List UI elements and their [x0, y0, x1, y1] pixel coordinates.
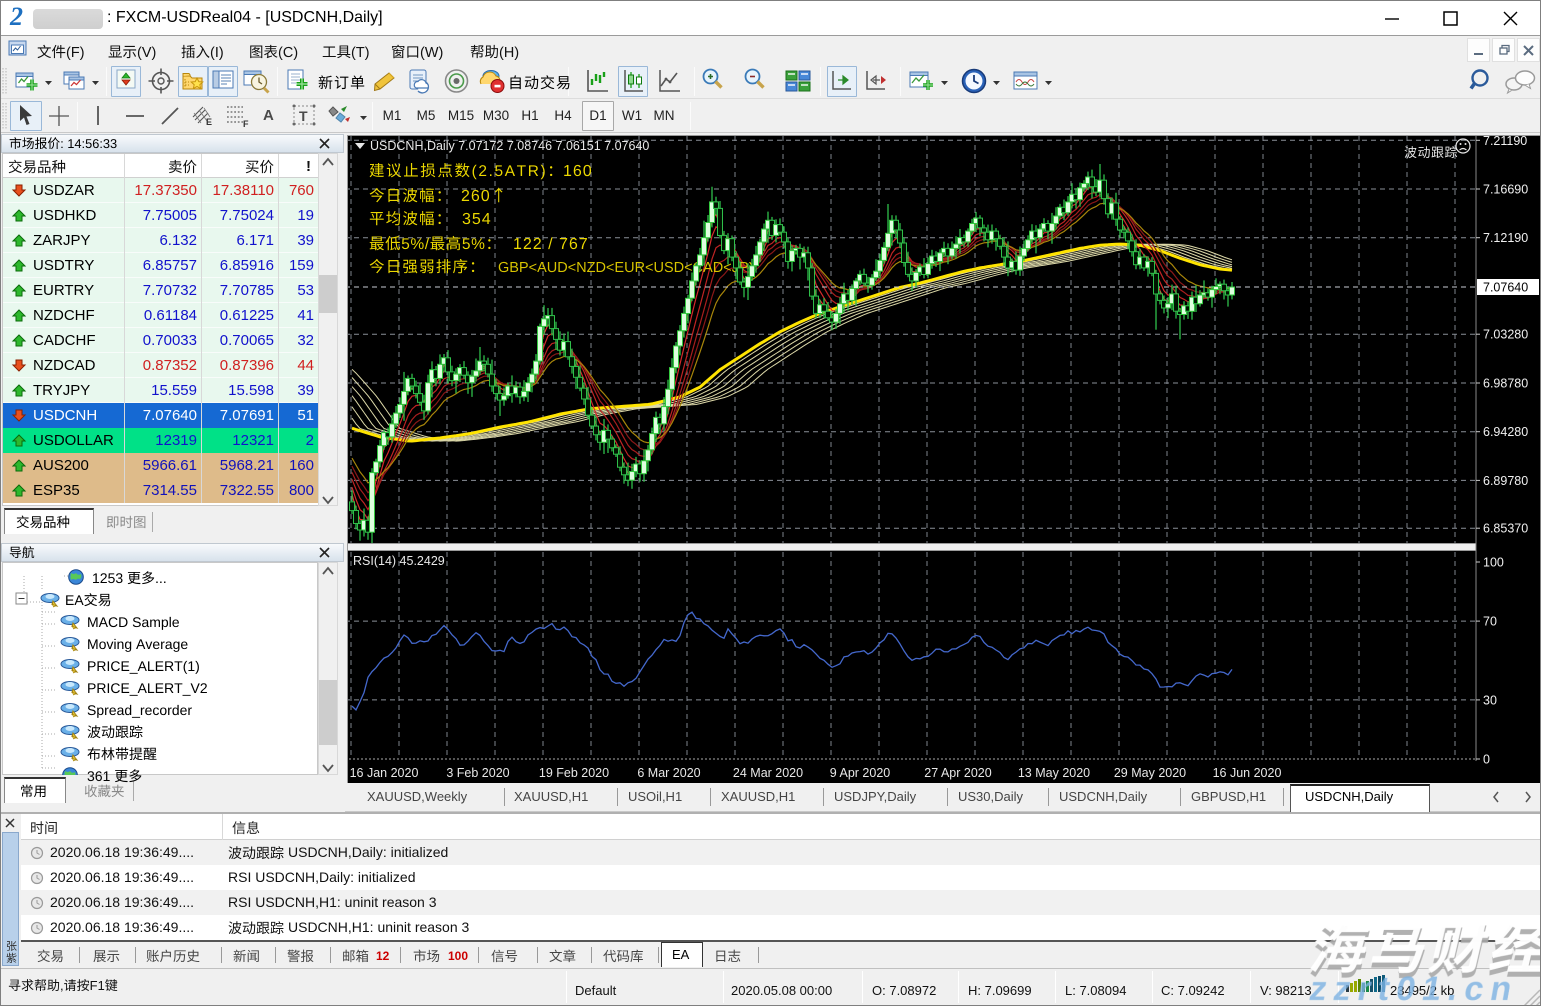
- svg-text:7.12190: 7.12190: [1483, 231, 1528, 245]
- svg-text:0: 0: [1483, 753, 1490, 767]
- svg-text:USDCNH,Daily 7.07172 7.08746: USDCNH,Daily 7.07172 7.08746 7.06151 7.0…: [370, 139, 649, 153]
- svg-text:7.03280: 7.03280: [1483, 328, 1528, 342]
- svg-text:27 Apr 2020: 27 Apr 2020: [924, 766, 991, 780]
- svg-text:9 Apr 2020: 9 Apr 2020: [830, 766, 891, 780]
- svg-text:29 May 2020: 29 May 2020: [1114, 766, 1186, 780]
- svg-text:RSI(14) 45.2429: RSI(14) 45.2429: [353, 554, 445, 568]
- svg-text:E: E: [206, 117, 212, 127]
- svg-text:70: 70: [1483, 615, 1497, 629]
- svg-text:T: T: [299, 108, 308, 124]
- svg-text:6.85370: 6.85370: [1483, 522, 1528, 536]
- svg-text:19 Feb 2020: 19 Feb 2020: [539, 766, 609, 780]
- svg-text:7.16690: 7.16690: [1483, 183, 1528, 197]
- svg-text:100: 100: [1483, 556, 1504, 570]
- svg-text:3 Feb 2020: 3 Feb 2020: [446, 766, 509, 780]
- svg-text:6.98780: 6.98780: [1483, 377, 1528, 391]
- svg-text:6.94280: 6.94280: [1483, 425, 1528, 439]
- svg-text:16 Jun 2020: 16 Jun 2020: [1213, 766, 1282, 780]
- svg-text:24 Mar 2020: 24 Mar 2020: [733, 766, 803, 780]
- svg-text:16 Jan 2020: 16 Jan 2020: [350, 766, 419, 780]
- svg-text:F: F: [243, 119, 249, 129]
- svg-text:6.89780: 6.89780: [1483, 474, 1528, 488]
- svg-text:13 May 2020: 13 May 2020: [1018, 766, 1090, 780]
- svg-text:7.07640: 7.07640: [1483, 281, 1528, 295]
- svg-text:6 Mar 2020: 6 Mar 2020: [637, 766, 700, 780]
- svg-text:30: 30: [1483, 693, 1497, 707]
